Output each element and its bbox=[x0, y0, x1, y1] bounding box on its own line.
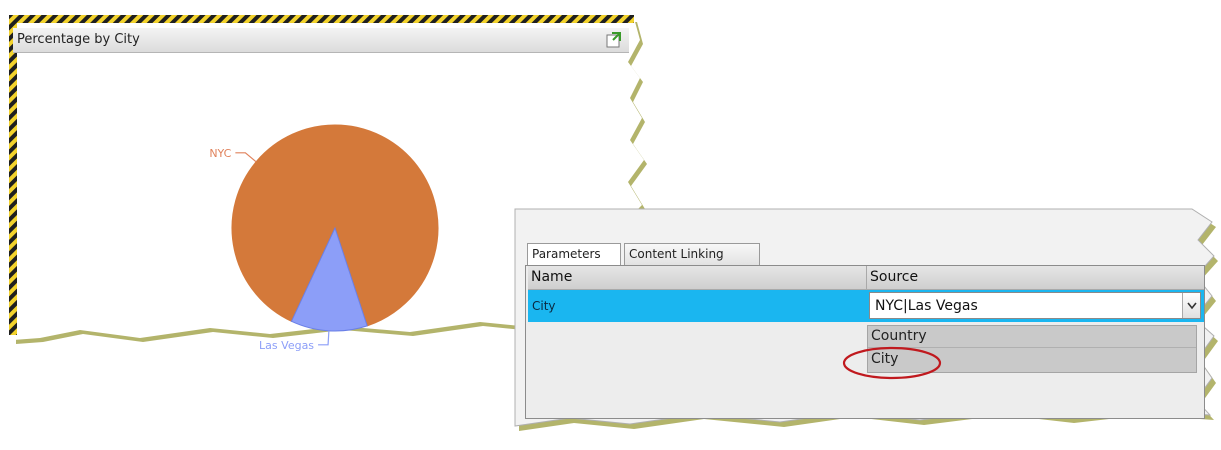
tab-content-linking[interactable]: Content Linking bbox=[624, 243, 760, 265]
pie-label: Las Vegas bbox=[259, 339, 314, 352]
chevron-down-icon bbox=[1187, 302, 1197, 310]
source-select[interactable]: NYC|Las Vegas bbox=[869, 292, 1201, 319]
tab-parameters[interactable]: Parameters bbox=[527, 243, 621, 265]
source-select-value: NYC|Las Vegas bbox=[875, 298, 978, 314]
dropdown-button[interactable] bbox=[1182, 293, 1200, 318]
column-header-name[interactable]: Name bbox=[528, 266, 867, 290]
parameters-grid: Name Source City NYC|Las Vegas Country C… bbox=[525, 265, 1205, 419]
pie-label: NYC bbox=[209, 147, 231, 160]
pie-leader-line bbox=[318, 330, 330, 346]
table-row[interactable]: City bbox=[528, 290, 867, 322]
pie-leader-line bbox=[235, 152, 257, 163]
source-cell[interactable]: NYC|Las Vegas bbox=[867, 290, 1204, 322]
parameters-panel: Parameters Content Linking Name Source C… bbox=[519, 213, 1209, 433]
highlight-annotation bbox=[842, 346, 942, 380]
hazard-border-top bbox=[9, 15, 634, 23]
column-header-source[interactable]: Source bbox=[867, 266, 1204, 290]
parameter-name-cell: City bbox=[532, 299, 556, 313]
